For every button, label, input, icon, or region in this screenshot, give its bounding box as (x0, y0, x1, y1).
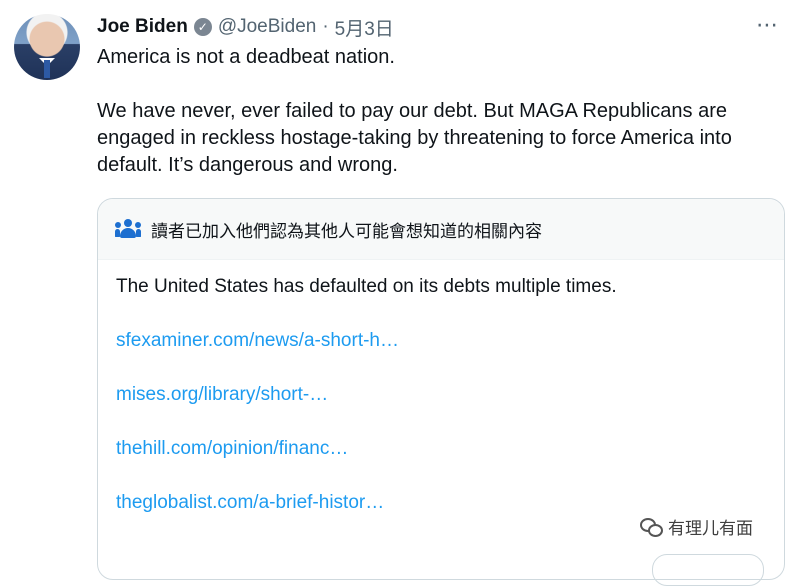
note-source-link[interactable]: sfexaminer.com/news/a-short-h… (116, 329, 766, 353)
author-handle[interactable]: @JoeBiden (218, 16, 317, 38)
community-note-header: 讀者已加入他們認為其他人可能會想知道的相關內容 (98, 199, 784, 260)
tweet-date[interactable]: 5月3日 (335, 14, 394, 41)
verified-badge-icon: ✓ (193, 18, 212, 36)
watermark: 有理儿有面 (640, 514, 753, 539)
avatar-tie (44, 60, 50, 78)
rate-note-button[interactable] (652, 554, 764, 586)
tweet-paragraph-1: America is not a deadbeat nation. (97, 46, 395, 68)
header-separator: · (322, 16, 329, 37)
note-source-link[interactable]: mises.org/library/short-… (116, 383, 766, 407)
tweet-header: Joe Biden ✓ @JoeBiden · 5月3日 (97, 14, 394, 40)
community-note-claim: The United States has defaulted on its d… (116, 276, 617, 297)
author-name[interactable]: Joe Biden (97, 16, 188, 38)
note-source-link[interactable]: thehill.com/opinion/financ… (116, 437, 766, 461)
tweet-text: America is not a deadbeat nation. We hav… (97, 44, 777, 179)
watermark-text: 有理儿有面 (668, 519, 753, 538)
tweet-paragraph-2: We have never, ever failed to pay our de… (97, 100, 732, 176)
community-note-title: 讀者已加入他們認為其他人可能會想知道的相關內容 (151, 221, 542, 241)
author-avatar[interactable] (14, 14, 80, 80)
more-horizontal-icon[interactable]: ⋯ (756, 14, 779, 36)
people-icon (115, 219, 141, 239)
wechat-icon (640, 517, 663, 537)
note-source-link[interactable]: theglobalist.com/a-brief-histor… (116, 491, 766, 515)
community-note-body: The United States has defaulted on its d… (116, 275, 766, 545)
